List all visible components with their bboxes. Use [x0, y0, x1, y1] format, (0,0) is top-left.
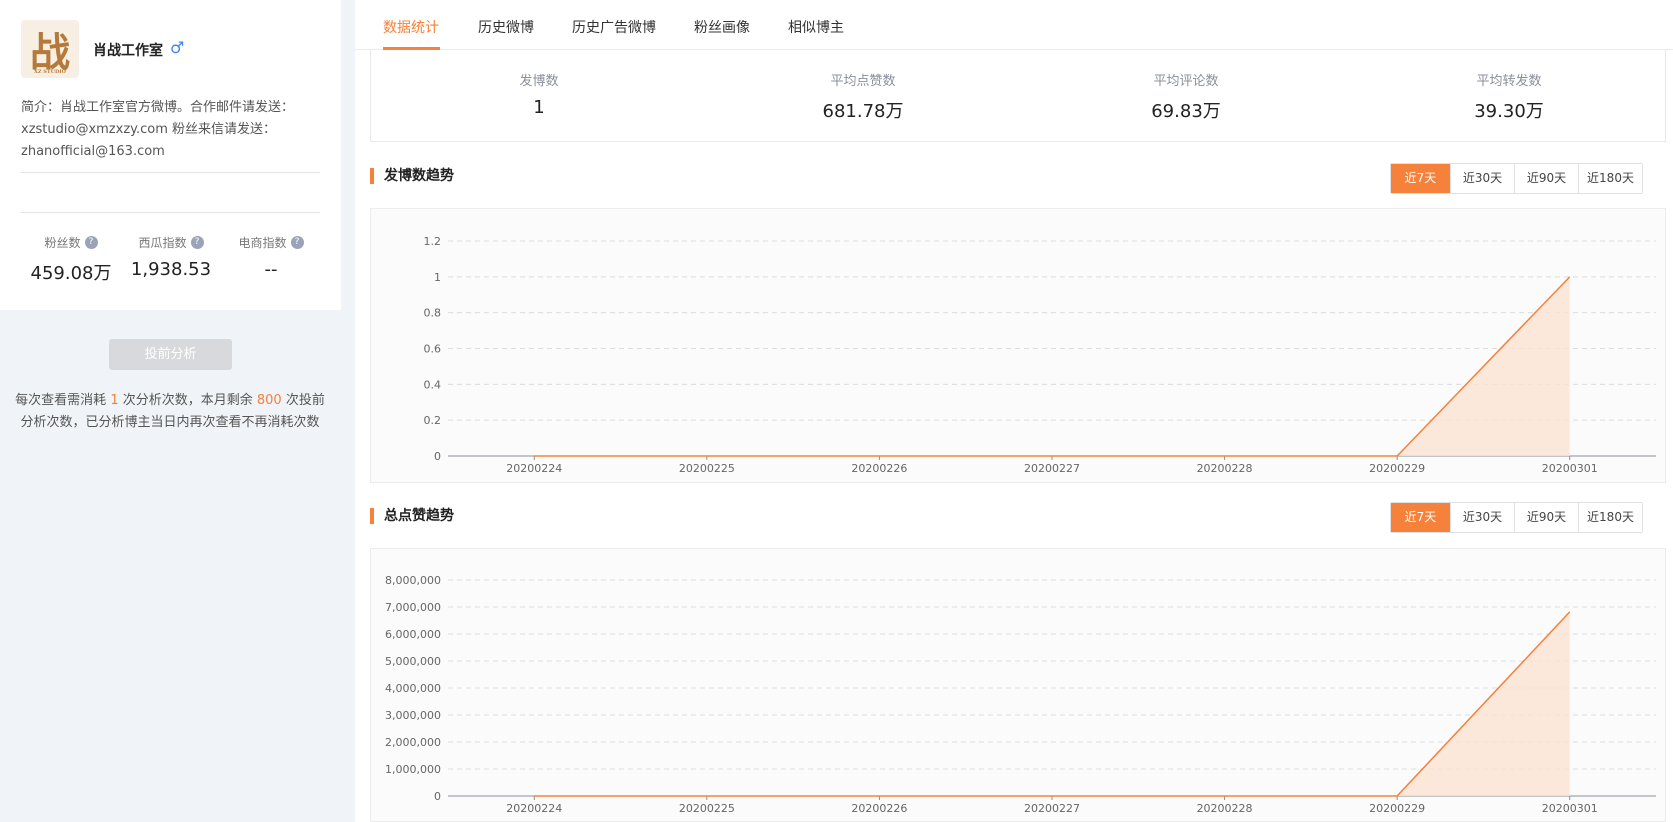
tab-similar-bloggers[interactable]: 相似博主: [788, 17, 844, 37]
posts-trend-chart: 0 0.2 0.4 0.6 0.8 1 1.2 20200224 20200225 2020022…: [370, 208, 1666, 483]
stat-value: 459.08万: [30, 263, 112, 284]
y-tick-label: 0.4: [424, 378, 442, 391]
tab-data-stats[interactable]: 数据统计: [383, 17, 439, 37]
x-tick-label: 20200227: [1024, 802, 1080, 815]
profile-card: 战 XZ STUDIO 肖战工作室 ♂ 简介：肖战工作室官方微博。合作邮件请发送…: [0, 0, 341, 310]
tab-history-ad-weibo[interactable]: 历史广告微博: [572, 17, 656, 37]
divider: [21, 172, 320, 173]
x-tick-label: 20200301: [1542, 462, 1598, 475]
range-180d-button[interactable]: 近180天: [1578, 503, 1642, 532]
summary-stats: 发博数 1 平均点赞数 681.78万 平均评论数 69.83万 平均转发数 3…: [370, 50, 1666, 142]
chart-title-posts: 发博数趋势: [370, 168, 454, 184]
x-tick-label: 20200225: [679, 802, 735, 815]
y-tick-label: 0.6: [424, 343, 442, 356]
series-line: [534, 276, 1571, 457]
y-tick-label: 0: [434, 790, 441, 803]
y-tick-label: 2,000,000: [385, 736, 441, 749]
stat-value: --: [264, 259, 278, 280]
y-tick-label: 8,000,000: [385, 574, 441, 587]
summary-value: 69.83万: [1151, 101, 1221, 122]
notice-cost: 1: [110, 393, 119, 408]
help-icon[interactable]: ?: [190, 236, 204, 249]
summary-value: 1: [533, 97, 545, 118]
x-tick-label: 20200301: [1542, 802, 1598, 815]
range-30d-button[interactable]: 近30天: [1450, 503, 1514, 532]
x-tick-label: 20200229: [1369, 802, 1425, 815]
x-tick-label: 20200229: [1369, 462, 1425, 475]
y-tick-label: 0: [434, 450, 441, 463]
stat-fans: 粉丝数? 459.08万: [21, 234, 121, 285]
summary-label: 发博数: [519, 74, 559, 89]
y-tick-label: 6,000,000: [385, 628, 441, 641]
avatar-caption: XZ STUDIO: [34, 69, 66, 75]
series-area: [534, 276, 1570, 456]
summary-value: 681.78万: [822, 101, 904, 122]
summary-label: 平均点赞数: [830, 74, 896, 89]
x-tick-label: 20200228: [1197, 462, 1253, 475]
y-tick-label: 5,000,000: [385, 655, 441, 668]
stat-ecommerce-index: 电商指数? --: [221, 234, 321, 285]
x-tick-label: 20200225: [679, 462, 735, 475]
pre-analysis-button[interactable]: 投前分析: [109, 339, 232, 370]
summary-label: 平均评论数: [1153, 74, 1219, 89]
summary-post-count: 发博数 1: [439, 70, 639, 118]
stat-xigua-index: 西瓜指数? 1,938.53: [121, 234, 221, 285]
male-icon: ♂: [170, 38, 185, 57]
y-tick-label: 0.8: [424, 307, 442, 320]
range-180d-button[interactable]: 近180天: [1578, 164, 1642, 193]
stat-label: 粉丝数: [44, 236, 81, 250]
usage-notice: 每次查看需消耗 1 次分析次数，本月剩余 800 次投前分析次数，已分析博主当日…: [10, 390, 330, 434]
divider: [21, 212, 320, 213]
y-tick-label: 1: [434, 271, 441, 284]
range-selector-posts: 近7天 近30天 近90天 近180天: [1390, 163, 1643, 194]
y-tick-label: 0.2: [424, 414, 442, 427]
main-panel: 数据统计 历史微博 历史广告微博 粉丝画像 相似博主 发博数 1 平均点赞数 6…: [355, 0, 1673, 822]
help-icon[interactable]: ?: [290, 236, 304, 249]
y-tick-label: 4,000,000: [385, 682, 441, 695]
x-tick-label: 20200224: [506, 802, 562, 815]
notice-text: 次分析次数，本月剩余: [118, 393, 257, 408]
likes-trend-svg: 0 1,000,000 2,000,000 3,000,000 4,000,000 5,0…: [385, 574, 1656, 815]
blogger-intro: 简介：肖战工作室官方微博。合作邮件请发送：xzstudio@xmzxzy.com…: [21, 100, 295, 159]
x-tick-label: 20200227: [1024, 462, 1080, 475]
range-selector-likes: 近7天 近30天 近90天 近180天: [1390, 502, 1643, 533]
x-tick-label: 20200226: [851, 462, 907, 475]
tab-bar: 数据统计 历史微博 历史广告微博 粉丝画像 相似博主: [355, 0, 1673, 50]
summary-avg-comments: 平均评论数 69.83万: [1086, 70, 1286, 123]
stat-value: 1,938.53: [130, 259, 212, 280]
x-tick-label: 20200228: [1197, 802, 1253, 815]
range-7d-button[interactable]: 近7天: [1391, 164, 1450, 193]
y-tick-label: 3,000,000: [385, 709, 441, 722]
likes-trend-chart: 0 1,000,000 2,000,000 3,000,000 4,000,000 5,0…: [370, 548, 1666, 822]
tab-fan-profile[interactable]: 粉丝画像: [694, 17, 750, 37]
range-30d-button[interactable]: 近30天: [1450, 164, 1514, 193]
tab-history-weibo[interactable]: 历史微博: [478, 17, 534, 37]
profile-sidebar: 战 XZ STUDIO 肖战工作室 ♂ 简介：肖战工作室官方微博。合作邮件请发送…: [0, 0, 341, 822]
summary-value: 39.30万: [1474, 101, 1544, 122]
blogger-name: 肖战工作室: [93, 43, 163, 59]
y-tick-label: 1,000,000: [385, 763, 441, 776]
x-tick-label: 20200226: [851, 802, 907, 815]
stat-label: 电商指数: [238, 236, 287, 250]
y-tick-label: 1.2: [424, 235, 442, 248]
x-tick-label: 20200224: [506, 462, 562, 475]
series-area: [534, 611, 1570, 796]
range-7d-button[interactable]: 近7天: [1391, 503, 1450, 532]
avatar[interactable]: 战 XZ STUDIO: [21, 20, 79, 78]
chart-title-likes: 总点赞趋势: [370, 508, 454, 524]
notice-text: 每次查看需消耗: [15, 393, 111, 408]
posts-trend-svg: 0 0.2 0.4 0.6 0.8 1 1.2 20200224 20200225 2020022…: [424, 235, 1656, 475]
range-90d-button[interactable]: 近90天: [1514, 503, 1578, 532]
help-icon[interactable]: ?: [84, 236, 98, 249]
summary-avg-likes: 平均点赞数 681.78万: [763, 70, 963, 123]
summary-avg-reposts: 平均转发数 39.30万: [1409, 70, 1609, 123]
range-90d-button[interactable]: 近90天: [1514, 164, 1578, 193]
notice-remaining: 800: [256, 393, 282, 408]
series-line: [534, 611, 1571, 797]
stat-label: 西瓜指数: [138, 236, 187, 250]
blogger-stats: 粉丝数? 459.08万 西瓜指数? 1,938.53 电商指数? --: [21, 234, 321, 285]
y-tick-label: 7,000,000: [385, 601, 441, 614]
summary-label: 平均转发数: [1476, 74, 1542, 89]
